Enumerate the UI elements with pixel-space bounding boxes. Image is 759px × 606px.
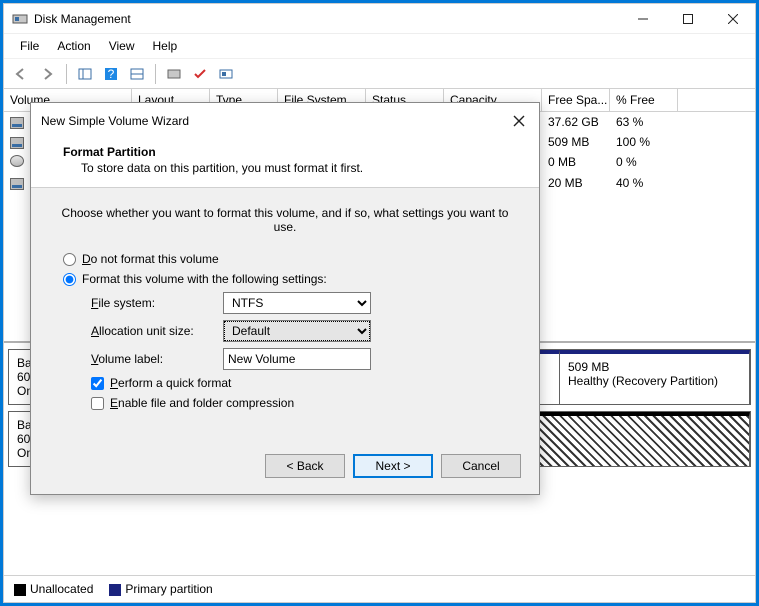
- compression-label: Enable file and folder compression: [110, 396, 294, 410]
- forward-icon[interactable]: [36, 62, 60, 86]
- window-controls: [620, 4, 755, 33]
- refresh-icon[interactable]: [162, 62, 186, 86]
- file-system-label: File system:: [91, 296, 223, 310]
- dialog-buttons: < Back Next > Cancel: [31, 444, 539, 494]
- legend: Unallocated Primary partition: [4, 575, 755, 602]
- radio-format-volume[interactable]: Format this volume with the following se…: [63, 272, 507, 286]
- partition-recovery[interactable]: 509 MB Healthy (Recovery Partition): [560, 350, 750, 404]
- disk-management-window: Disk Management File Action View Help ? …: [3, 3, 756, 603]
- cancel-button[interactable]: Cancel: [441, 454, 521, 478]
- volume-label-input[interactable]: [223, 348, 371, 370]
- toolbar-view-icon[interactable]: [73, 62, 97, 86]
- dialog-body: Choose whether you want to format this v…: [31, 188, 539, 444]
- svg-text:?: ?: [108, 67, 115, 81]
- new-simple-volume-wizard: New Simple Volume Wizard Format Partitio…: [30, 102, 540, 495]
- partition-status: Healthy (Recovery Partition): [568, 374, 741, 388]
- cell-pct: 0 %: [610, 153, 678, 172]
- menu-action[interactable]: Action: [49, 36, 98, 56]
- file-system-select[interactable]: NTFS: [223, 292, 371, 314]
- cell-pct: 100 %: [610, 133, 678, 151]
- disc-icon: [10, 155, 24, 167]
- menubar: File Action View Help: [4, 34, 755, 59]
- radio-format-volume-input[interactable]: [63, 273, 76, 286]
- menu-view[interactable]: View: [101, 36, 143, 56]
- menu-file[interactable]: File: [12, 36, 47, 56]
- format-settings: File system: NTFS Allocation unit size: …: [59, 292, 511, 410]
- back-icon[interactable]: [10, 62, 34, 86]
- col-free[interactable]: Free Spa...: [542, 89, 610, 111]
- back-button[interactable]: < Back: [265, 454, 345, 478]
- next-button[interactable]: Next >: [353, 454, 433, 478]
- compression-row[interactable]: Enable file and folder compression: [91, 396, 511, 410]
- quick-format-checkbox[interactable]: [91, 377, 104, 390]
- col-pct[interactable]: % Free: [610, 89, 678, 111]
- dialog-subheading: To store data on this partition, you mus…: [63, 161, 519, 175]
- cell-pct: 40 %: [610, 174, 678, 192]
- volume-icon: [10, 117, 24, 129]
- dialog-heading: Format Partition: [63, 145, 519, 159]
- toolbar-details-icon[interactable]: [125, 62, 149, 86]
- toolbar-more-icon[interactable]: [214, 62, 238, 86]
- cell-free: 0 MB: [542, 153, 610, 172]
- cell-free: 20 MB: [542, 174, 610, 192]
- dialog-header: Format Partition To store data on this p…: [31, 139, 539, 188]
- close-button[interactable]: [710, 4, 755, 33]
- quick-format-label: Perform a quick format: [110, 376, 231, 390]
- compression-checkbox[interactable]: [91, 397, 104, 410]
- help-icon[interactable]: ?: [99, 62, 123, 86]
- dialog-title: New Simple Volume Wizard: [41, 114, 509, 128]
- radio-do-not-format-label: Do not format this volume: [82, 252, 219, 266]
- partition-size: 509 MB: [568, 360, 741, 374]
- cell-pct: 63 %: [610, 113, 678, 131]
- swatch-unallocated: [14, 584, 26, 596]
- cell-free: 37.62 GB: [542, 113, 610, 131]
- swatch-primary: [109, 584, 121, 596]
- volume-label-label: Volume label:: [91, 352, 223, 366]
- radio-format-volume-label: Format this volume with the following se…: [82, 272, 327, 286]
- dialog-intro: Choose whether you want to format this v…: [59, 206, 511, 234]
- allocation-unit-select[interactable]: Default: [223, 320, 371, 342]
- window-title: Disk Management: [34, 12, 620, 26]
- allocation-unit-label: Allocation unit size:: [91, 324, 223, 338]
- radio-do-not-format-input[interactable]: [63, 253, 76, 266]
- app-icon: [12, 11, 28, 27]
- quick-format-row[interactable]: Perform a quick format: [91, 376, 511, 390]
- titlebar: Disk Management: [4, 4, 755, 34]
- dialog-titlebar: New Simple Volume Wizard: [31, 103, 539, 139]
- toolbar: ?: [4, 59, 755, 89]
- legend-unallocated: Unallocated: [14, 582, 93, 596]
- minimize-button[interactable]: [620, 4, 665, 33]
- dialog-close-button[interactable]: [509, 111, 529, 131]
- legend-primary: Primary partition: [109, 582, 212, 596]
- volume-icon: [10, 178, 24, 190]
- radio-do-not-format[interactable]: Do not format this volume: [63, 252, 507, 266]
- cell-free: 509 MB: [542, 133, 610, 151]
- volume-icon: [10, 137, 24, 149]
- check-icon[interactable]: [188, 62, 212, 86]
- maximize-button[interactable]: [665, 4, 710, 33]
- menu-help[interactable]: Help: [145, 36, 186, 56]
